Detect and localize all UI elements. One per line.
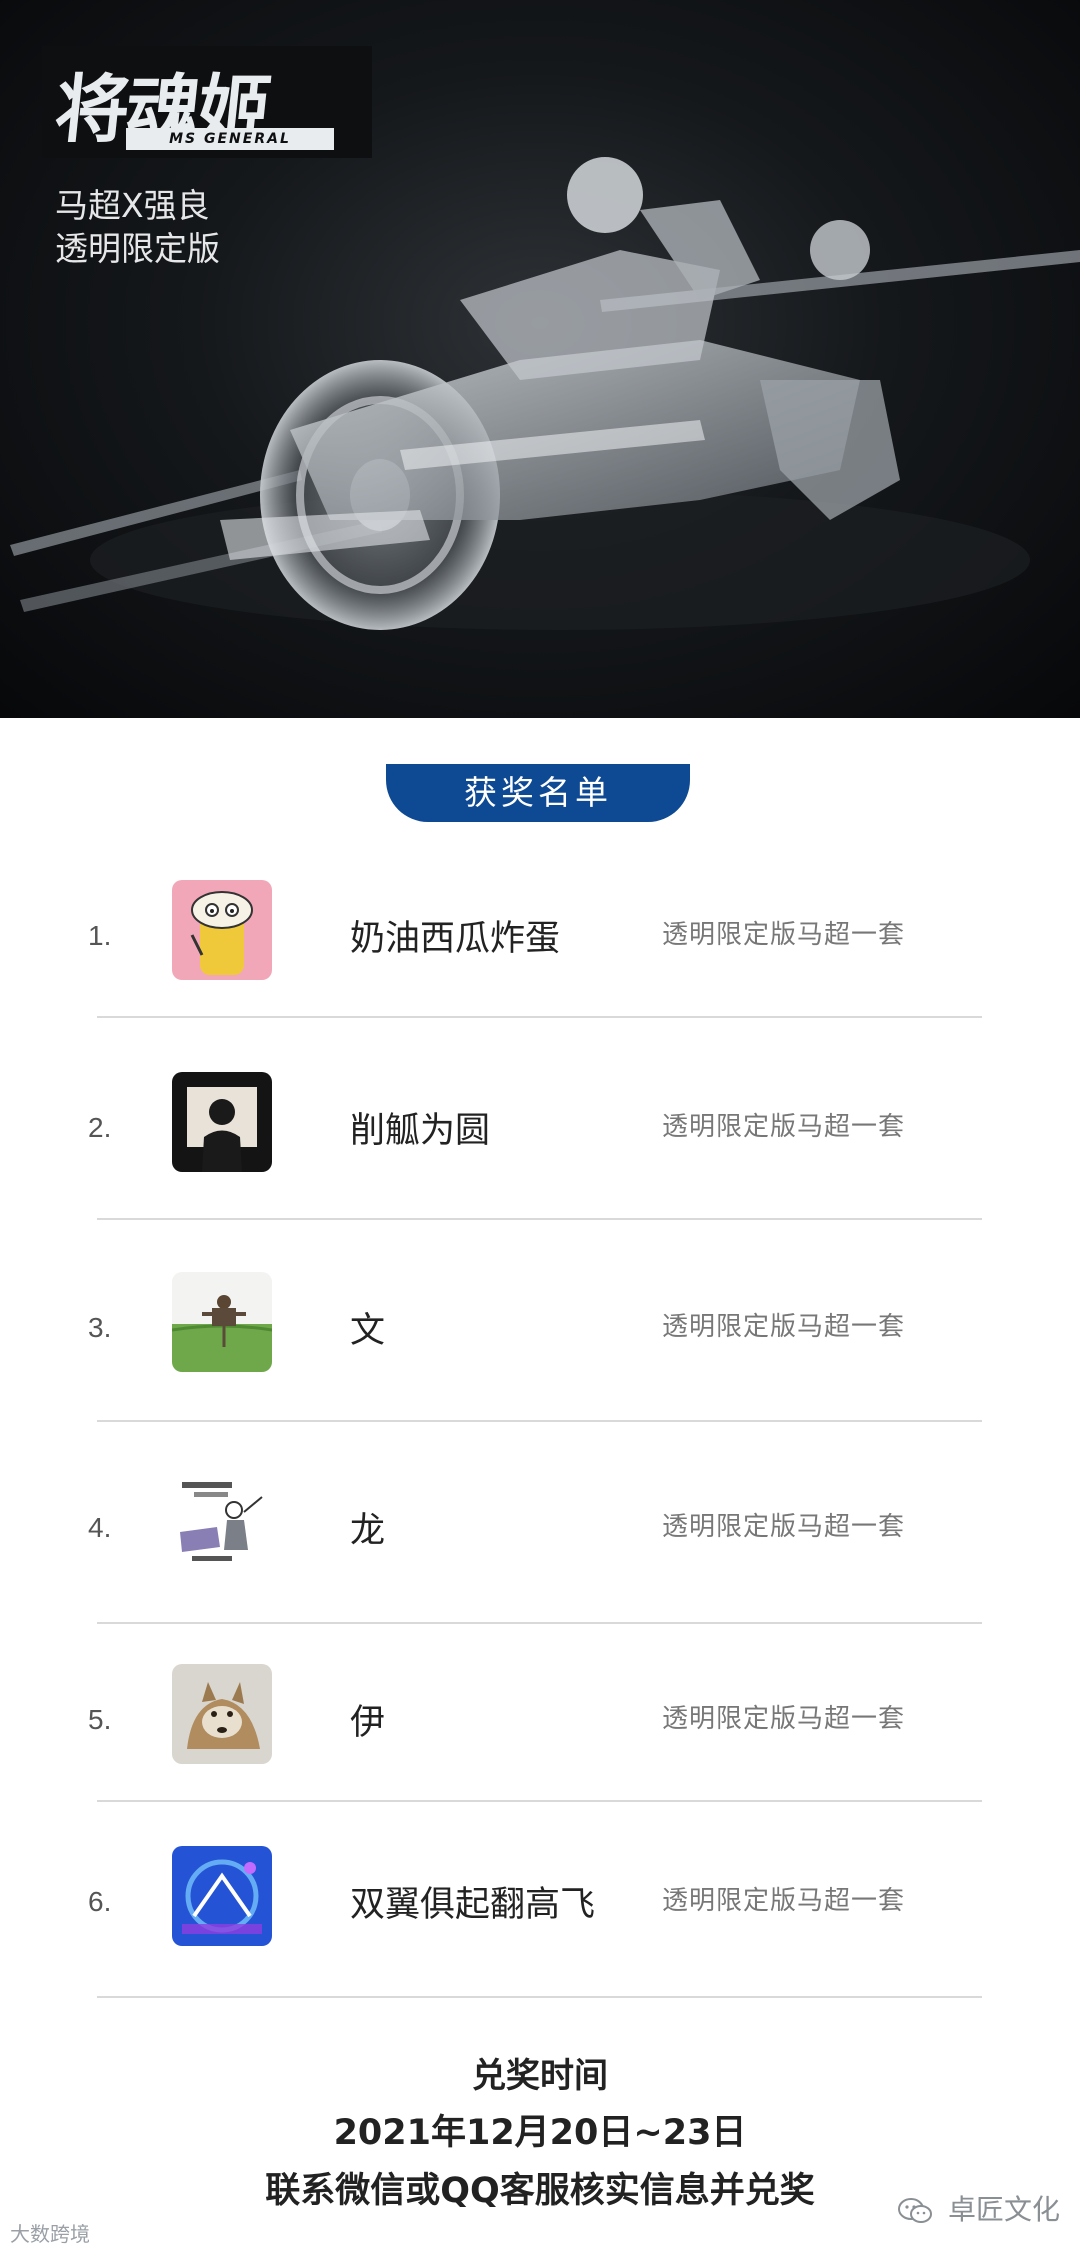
winner-prize: 透明限定版马超一套 <box>662 1512 906 1542</box>
winner-prize: 透明限定版马超一套 <box>662 1704 906 1734</box>
winner-name: 龙 <box>350 1511 386 1551</box>
winner-prize: 透明限定版马超一套 <box>662 1312 906 1342</box>
row-divider <box>97 1016 982 1018</box>
scarecrow-field-avatar <box>172 1272 272 1372</box>
winner-rank: 4. <box>88 1512 112 1543</box>
winner-rank: 1. <box>88 920 112 951</box>
row-divider <box>97 1218 982 1220</box>
blue-abstract-avatar <box>172 1846 272 1946</box>
winner-name: 双翼俱起翻高飞 <box>350 1885 596 1925</box>
watermark-right: 卓匠文化 <box>897 2188 1060 2228</box>
row-divider <box>97 1420 982 1422</box>
watermark-left-text: 大数跨境 <box>10 2222 90 2246</box>
hero-subtitle-line1: 马超X强良 <box>55 186 210 225</box>
winner-prize: 透明限定版马超一套 <box>662 920 906 950</box>
coyote-avatar <box>172 1664 272 1764</box>
silhouette-avatar <box>172 1072 272 1172</box>
winner-list-heading: 获奖名单 <box>386 764 690 822</box>
winner-rank: 3. <box>88 1312 112 1343</box>
redeem-title: 兑奖时间 <box>472 2056 608 2096</box>
winner-name: 伊 <box>350 1703 386 1743</box>
winner-name: 文 <box>350 1311 386 1351</box>
winner-rank: 6. <box>88 1886 112 1917</box>
winner-prize: 透明限定版马超一套 <box>662 1112 906 1142</box>
watermark-left: 大数跨境 <box>10 2218 90 2247</box>
watermark-right-text: 卓匠文化 <box>947 2193 1060 2226</box>
row-divider <box>97 1800 982 1802</box>
winner-name: 奶油西瓜炸蛋 <box>350 919 561 959</box>
meme-sticker-avatar <box>172 1472 272 1572</box>
cartoon-avatar <box>172 880 272 980</box>
hero-subtitle-line2: 透明限定版 <box>55 229 220 268</box>
winner-rank: 2. <box>88 1112 112 1143</box>
logo-subtext: MS GENERAL <box>126 128 334 150</box>
row-divider <box>97 1622 982 1624</box>
wechat-icon <box>898 2198 933 2223</box>
hero-banner: 将魂姬 MS GENERAL 马超X强良 透明限定版 <box>0 0 1080 718</box>
brand-logo: 将魂姬 MS GENERAL <box>42 46 372 158</box>
winner-rank: 5. <box>88 1704 112 1735</box>
winner-prize: 透明限定版马超一套 <box>662 1886 906 1916</box>
winner-name: 削觚为圆 <box>350 1111 491 1151</box>
redeem-dates: 2021年12月20日~23日 <box>333 2113 747 2153</box>
row-divider <box>97 1996 982 1998</box>
